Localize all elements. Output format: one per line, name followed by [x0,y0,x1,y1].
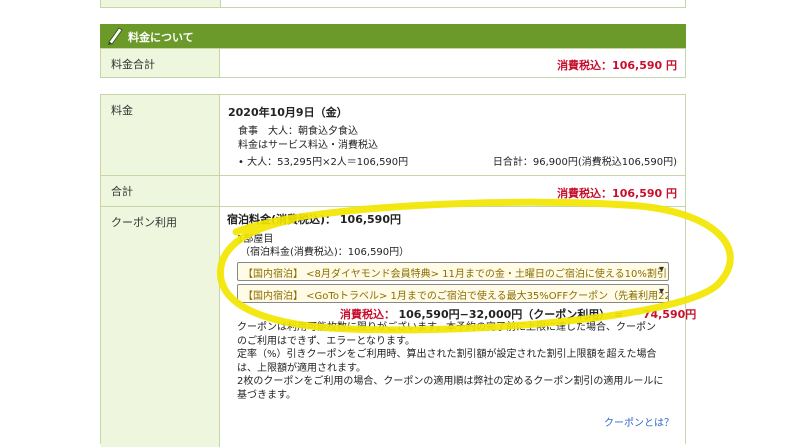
fee-total-value: 消費税込：106,590 円 [557,59,677,72]
total-row: 合計 消費税込：106,590 円 [101,176,685,206]
coupon-info-link[interactable]: クーポンとは？ [604,414,674,429]
pen-icon [106,25,124,45]
note-line: 基づきます。 [237,389,296,401]
note-line: は、上限額が適用されます。 [237,362,366,374]
coupon-select-1-value: 【国内宿泊】 <8月ダイヤモンド会員特典> 11月までの金・土曜日のご宿泊に使え… [243,269,669,280]
total-label: 合計 [101,176,220,206]
fee-total-label: 料金合計 [101,49,220,77]
note-line: のご利用はできず、エラーとなります。 [237,335,415,347]
coupon-select-1[interactable]: 【国内宿泊】 <8月ダイヤモンド会員特典> 11月までの金・土曜日のご宿泊に使え… [237,262,669,281]
coupon-select-2-value: 【国内宿泊】 <GoToトラベル> 1月までのご宿泊で使える最大35%OFFクー… [243,291,669,302]
fee-summary-table: 料金合計 消費税込：106,590 円 [100,48,686,78]
coupon-select-2[interactable]: 【国内宿泊】 <GoToトラベル> 1月までのご宿泊で使える最大35%OFFクー… [237,284,669,303]
note-line: クーポンは利用可能枚数に限りがございます。本予約の完了前に上限に達した場合、クー… [237,322,656,333]
calc-label: 消費税込： [340,308,395,321]
calc-result: 74,590円 [642,308,697,321]
fee-row: 料金 2020年10月9日（金） 食事 大人：朝食込夕食込 料金はサービス料込・… [101,95,685,175]
note-line: 2枚のクーポンをご利用の場合、クーポンの適用順は弊社の定めるクーポン割引の適用ル… [237,376,664,387]
room-fee: （宿泊料金(消費税込)：106,590円） [240,247,410,258]
calc-expression: 106,590円−32,000円（クーポン利用） = [398,308,624,321]
previous-section-remnant [100,0,686,8]
meal-info: 食事 大人：朝食込夕食込 [238,126,358,137]
fee-breakdown: • 大人：53,295円×2人＝106,590円 [238,157,409,168]
tax-note: 料金はサービス料込・消費税込 [238,140,378,151]
chevron-down-icon: ▾ [658,264,664,275]
section-title: 料金について [128,31,194,44]
coupon-label: クーポン利用 [101,207,220,447]
coupon-calculation: 消費税込： 106,590円−32,000円（クーポン利用） = 74,590円 [340,306,696,322]
total-value: 消費税込：106,590 円 [557,187,677,200]
section-header: 料金について [100,24,686,48]
stay-date: 2020年10月9日（金） [228,106,348,119]
chevron-down-icon: ▾ [658,286,664,297]
fee-label: 料金 [101,95,220,175]
day-total: 日合計：96,900円(消費税込106,590円) [492,157,677,168]
note-line: 定率（%）引きクーポンをご利用時、算出された割引額が設定された割引上限額を超えた… [237,349,657,360]
coupon-notes: クーポンは利用可能枚数に限りがございます。本予約の完了前に上限に達した場合、クー… [237,321,663,402]
lodging-fee: 宿泊料金(消費税込)： 106,590円 [227,213,401,226]
